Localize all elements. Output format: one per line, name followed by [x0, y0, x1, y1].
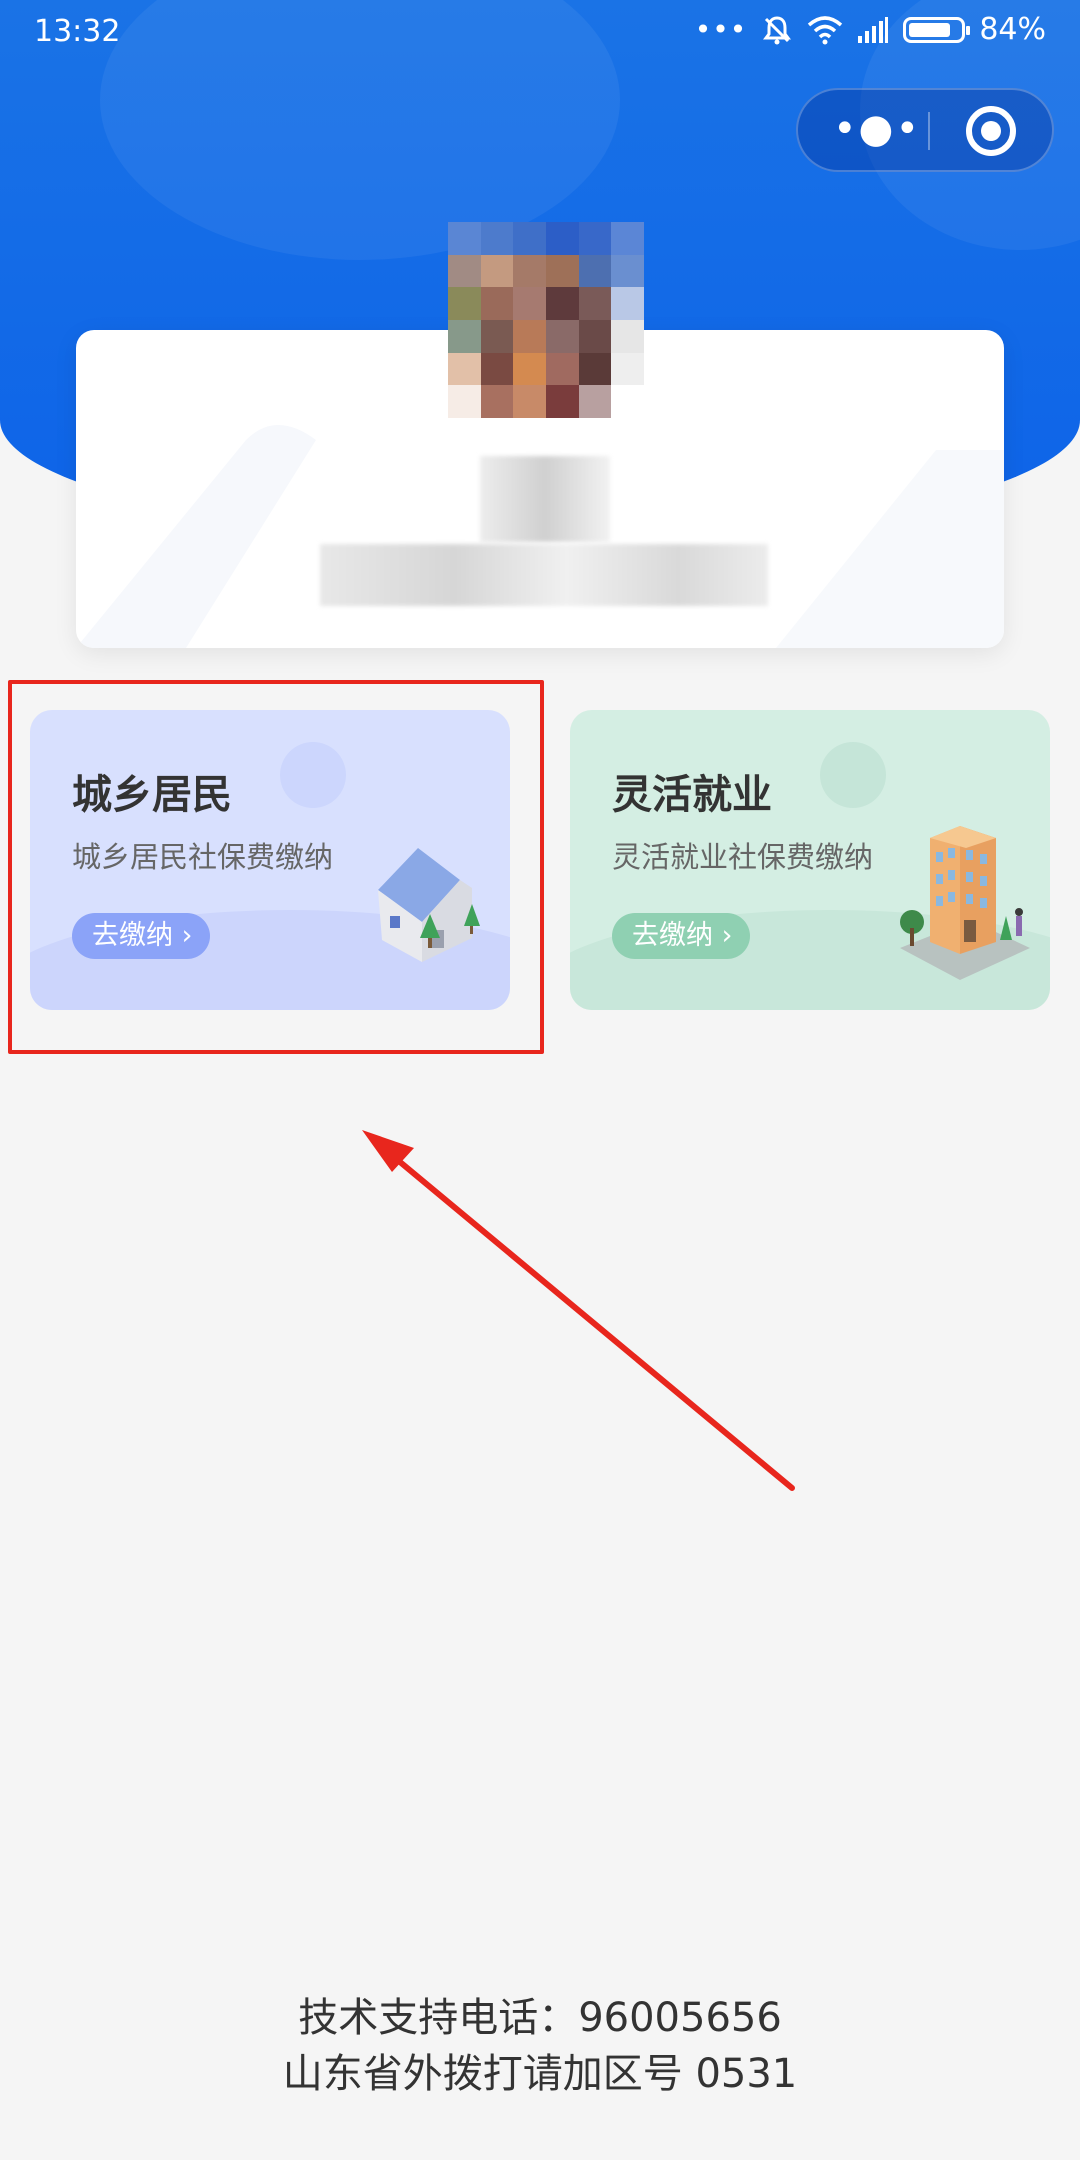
- footer: 技术支持电话：96005656 山东省外拨打请加区号 0531: [0, 1990, 1080, 2102]
- annotation-arrow: [362, 1130, 795, 1491]
- area-code-note: 山东省外拨打请加区号 0531: [282, 2051, 798, 2097]
- support-phone: 技术支持电话：96005656: [298, 1995, 782, 2041]
